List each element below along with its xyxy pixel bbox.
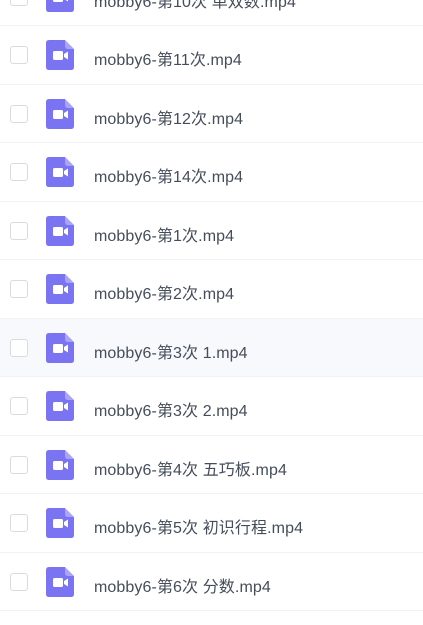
file-row[interactable]: mobby6-第2次.mp4: [0, 260, 423, 319]
row-checkbox[interactable]: [10, 46, 28, 65]
file-name[interactable]: mobby6-第14次.mp4: [94, 163, 243, 187]
video-file-icon[interactable]: [46, 332, 74, 363]
file-name[interactable]: mobby6-第3次 2.mp4: [94, 397, 248, 421]
file-row[interactable]: mobby6-第4次 五巧板.mp4: [0, 435, 423, 494]
video-file-icon[interactable]: [46, 391, 74, 422]
video-file-icon[interactable]: [46, 449, 74, 480]
row-checkbox[interactable]: [10, 280, 28, 299]
file-name[interactable]: mobby6-第12次.mp4: [94, 105, 243, 129]
row-checkbox[interactable]: [10, 221, 28, 240]
file-name[interactable]: mobby6-第2次.mp4: [94, 280, 234, 304]
video-file-icon[interactable]: [46, 215, 74, 246]
file-row[interactable]: mobby6-第6次 分数.mp4: [0, 552, 423, 611]
file-row[interactable]: mobby6-第3次 1.mp4: [0, 318, 423, 377]
video-file-icon[interactable]: [46, 0, 74, 12]
file-row[interactable]: mobby6-第12次.mp4: [0, 84, 423, 143]
file-name[interactable]: mobby6-第5次 初识行程.mp4: [94, 514, 303, 538]
row-checkbox[interactable]: [10, 397, 28, 416]
file-row[interactable]: mobby6-第3次 2.mp4: [0, 377, 423, 436]
file-list: mobby6-第10次 单双数.mp4 mobby6-第11次.mp4 mobb…: [0, 0, 423, 625]
row-checkbox[interactable]: [10, 163, 28, 182]
file-name[interactable]: mobby6-第3次 1.mp4: [94, 339, 248, 363]
row-checkbox[interactable]: [10, 455, 28, 474]
row-checkbox[interactable]: [10, 572, 28, 591]
file-name[interactable]: mobby6-第6次 分数.mp4: [94, 573, 271, 597]
file-name[interactable]: mobby6-第11次.mp4: [94, 46, 242, 70]
row-checkbox[interactable]: [10, 104, 28, 123]
file-name[interactable]: mobby6-第1次.mp4: [94, 222, 234, 246]
file-row[interactable]: mobby6-第1次.mp4: [0, 201, 423, 260]
file-name[interactable]: mobby6-第4次 五巧板.mp4: [94, 456, 287, 480]
file-name[interactable]: mobby6-第10次 单双数.mp4: [94, 0, 296, 12]
file-row[interactable]: mobby6-第11次.mp4: [0, 26, 423, 85]
file-row[interactable]: mobby6-第14次.mp4: [0, 143, 423, 202]
row-checkbox[interactable]: [10, 338, 28, 357]
video-file-icon[interactable]: [46, 157, 74, 188]
file-row[interactable]: mobby6-第10次 单双数.mp4: [0, 0, 423, 26]
video-file-icon[interactable]: [46, 508, 74, 539]
video-file-icon[interactable]: [46, 40, 74, 71]
video-file-icon[interactable]: [46, 274, 74, 305]
row-checkbox[interactable]: [10, 514, 28, 533]
video-file-icon[interactable]: [46, 98, 74, 129]
file-row[interactable]: mobby6-第5次 初识行程.mp4: [0, 494, 423, 553]
video-file-icon[interactable]: [46, 566, 74, 597]
row-checkbox[interactable]: [10, 0, 28, 6]
